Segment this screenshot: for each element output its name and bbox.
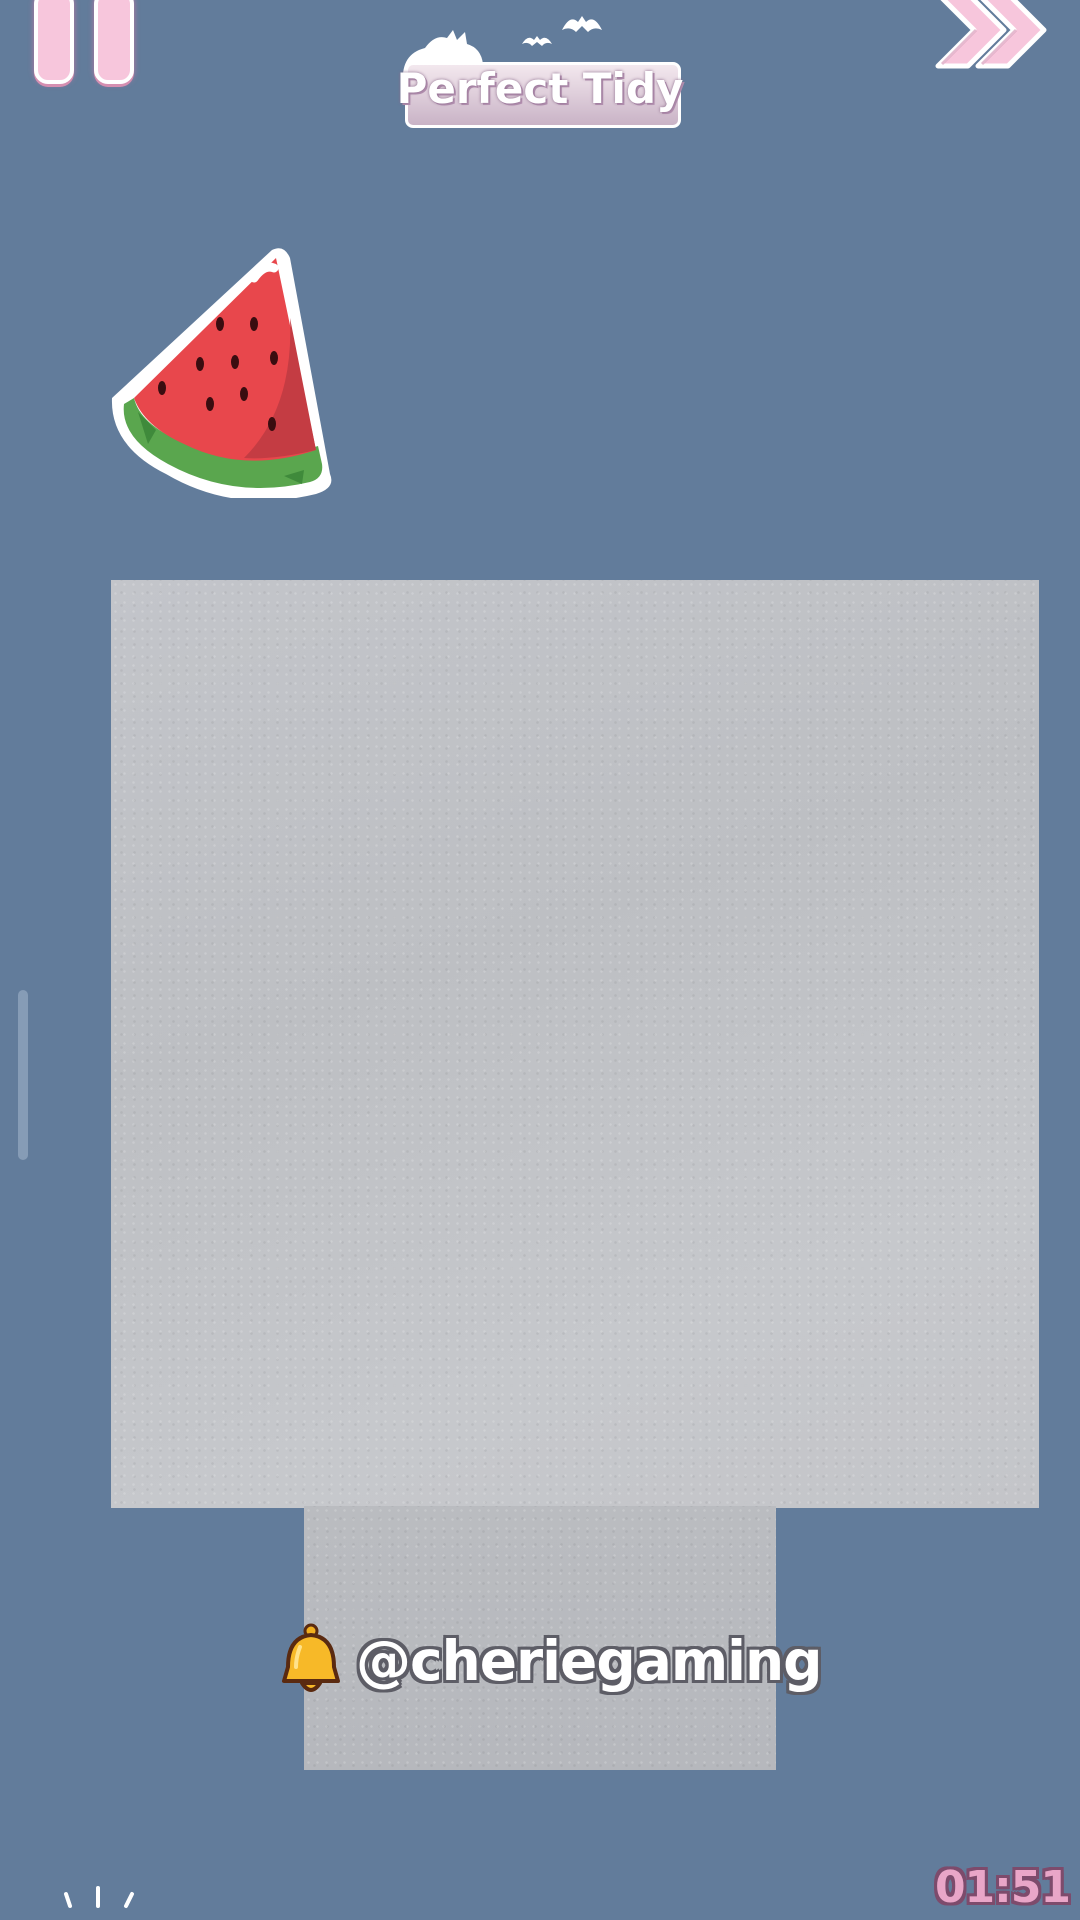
watermelon-slice-icon bbox=[111, 248, 332, 501]
game-logo: Perfect Tidy bbox=[395, 10, 685, 128]
bell-icon bbox=[282, 1623, 340, 1692]
watermelon-slice-item[interactable] bbox=[104, 238, 344, 501]
pause-button[interactable] bbox=[30, 0, 142, 84]
side-scroll-handle[interactable] bbox=[18, 990, 28, 1160]
double-chevron-right-icon bbox=[935, 0, 1047, 69]
logo-title: Perfect Tidy bbox=[396, 64, 684, 113]
drop-board[interactable] bbox=[111, 580, 1039, 1508]
channel-watermark: @cheriegaming bbox=[276, 1618, 823, 1704]
game-screen: Perfect Tidy @cheriegaming 01:51 bbox=[0, 0, 1080, 1920]
board-texture bbox=[111, 580, 1039, 1508]
channel-handle: @cheriegaming bbox=[356, 1629, 823, 1693]
sparkle-icon bbox=[60, 1880, 140, 1920]
skip-button[interactable] bbox=[932, 0, 1052, 90]
pause-icon bbox=[34, 0, 74, 84]
bat-icon bbox=[522, 36, 552, 46]
pause-icon-bar bbox=[94, 0, 134, 84]
bat-icon bbox=[562, 16, 602, 32]
countdown-timer: 01:51 bbox=[934, 1862, 1071, 1913]
